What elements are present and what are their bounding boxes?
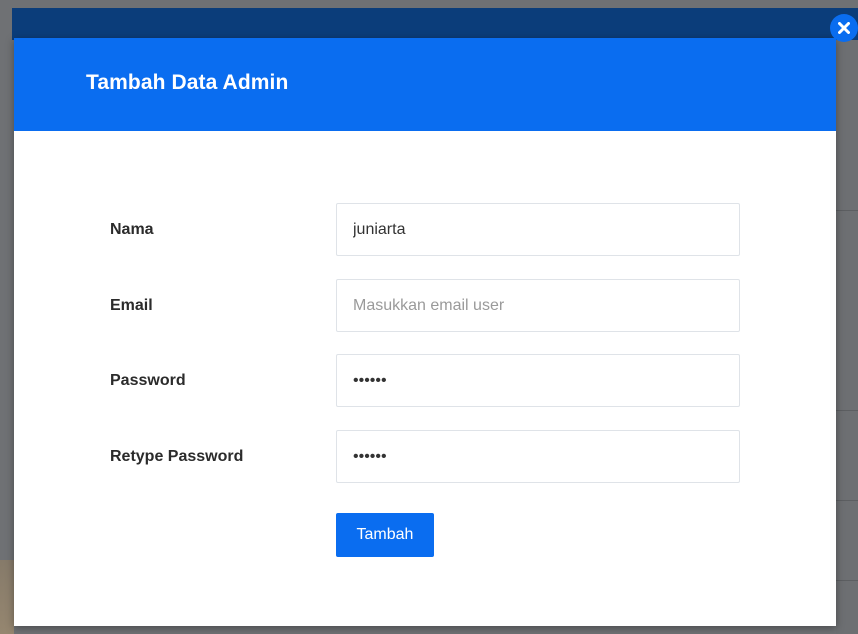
tambah-button[interactable]: Tambah: [336, 513, 434, 557]
retype-password-label: Retype Password: [110, 448, 244, 465]
background-page: [836, 40, 858, 634]
retype-password-input[interactable]: [336, 430, 740, 483]
close-modal-button[interactable]: [830, 14, 858, 42]
background-logo-fragment: [0, 560, 14, 634]
background-divider: [836, 500, 858, 501]
background-divider: [836, 210, 858, 211]
password-label: Password: [110, 372, 186, 389]
background-divider: [836, 410, 858, 411]
nama-input[interactable]: [336, 203, 740, 256]
add-admin-modal: Tambah Data Admin Nama Email Password Re…: [14, 38, 836, 626]
modal-header: Tambah Data Admin: [14, 38, 836, 131]
background-navbar: [12, 8, 858, 40]
email-label: Email: [110, 297, 153, 314]
email-input[interactable]: [336, 279, 740, 332]
password-input[interactable]: [336, 354, 740, 407]
nama-label: Nama: [110, 221, 154, 238]
background-divider: [836, 580, 858, 581]
close-icon: [838, 22, 850, 34]
modal-title: Tambah Data Admin: [86, 71, 289, 94]
